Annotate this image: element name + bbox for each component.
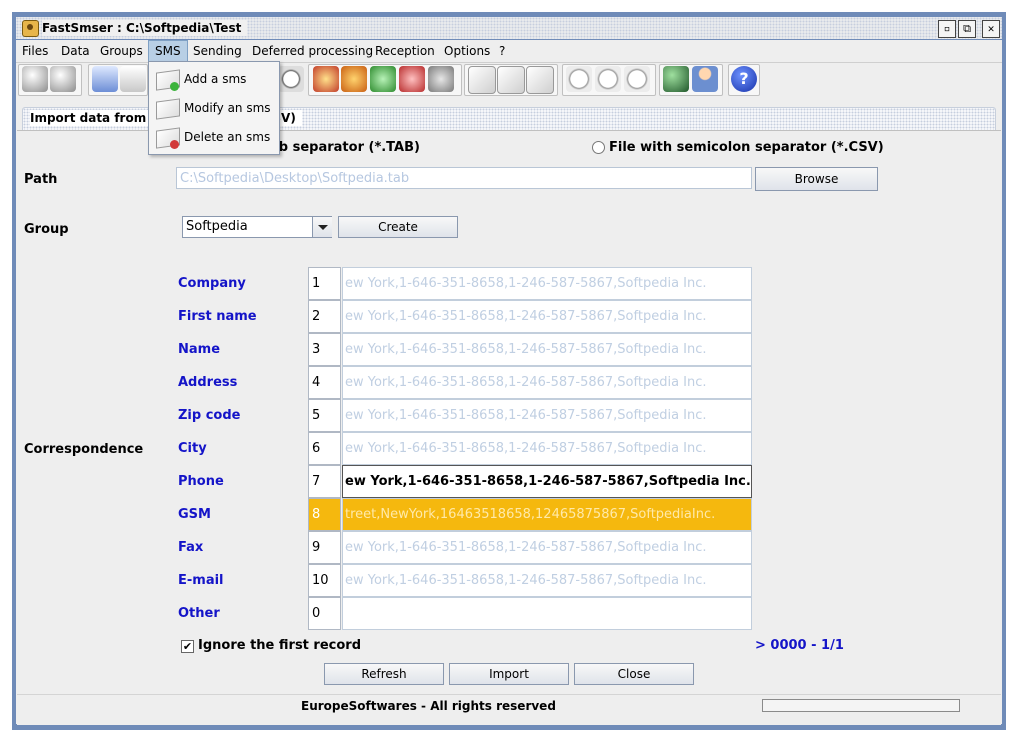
- field-label: Name: [178, 342, 221, 357]
- field-label: Address: [178, 375, 238, 390]
- plus-badge-icon: [170, 82, 179, 91]
- database-search-icon[interactable]: [50, 66, 76, 92]
- preview-data-cell[interactable]: ew York,1-646-351-8658,1-246-587-5867,So…: [342, 399, 752, 432]
- menu-item-label: Modify an sms: [184, 101, 271, 115]
- radio-csv[interactable]: [592, 141, 605, 154]
- ignore-first-label[interactable]: Ignore the first record: [198, 638, 361, 653]
- add-sms-icon[interactable]: [468, 66, 496, 94]
- group-grey-icon[interactable]: [428, 66, 454, 92]
- radio-tab-label[interactable]: ab separator (*.TAB): [270, 139, 420, 157]
- clock-edit-icon[interactable]: [624, 66, 650, 92]
- group-select[interactable]: Softpedia: [182, 216, 332, 238]
- field-label: Company: [178, 276, 246, 291]
- column-number-cell[interactable]: 2: [308, 300, 341, 333]
- column-number-cell[interactable]: 6: [308, 432, 341, 465]
- user-icon[interactable]: [692, 66, 718, 92]
- column-number-cell[interactable]: 4: [308, 366, 341, 399]
- path-label: Path: [24, 172, 58, 187]
- field-label: Other: [178, 606, 220, 621]
- menu-deferred-processing[interactable]: Deferred processing: [246, 40, 379, 62]
- refresh-button[interactable]: Refresh: [324, 663, 444, 685]
- preview-data-cell[interactable]: treet,NewYork,16463518658,12465875867,So…: [342, 498, 752, 531]
- menu-files[interactable]: Files: [16, 40, 54, 62]
- magnifier-icon[interactable]: [278, 66, 304, 92]
- column-number-cell[interactable]: 1: [308, 267, 341, 300]
- clock-remove-icon[interactable]: [595, 66, 621, 92]
- minimize-icon[interactable]: ▫: [938, 20, 956, 38]
- preview-data-cell[interactable]: ew York,1-646-351-8658,1-246-587-5867,So…: [342, 333, 752, 366]
- palette-icon[interactable]: [313, 66, 339, 92]
- preview-data-cell[interactable]: ew York,1-646-351-8658,1-246-587-5867,So…: [342, 267, 752, 300]
- close-button[interactable]: Close: [574, 663, 694, 685]
- import-button[interactable]: Import: [449, 663, 569, 685]
- field-label: City: [178, 441, 207, 456]
- correspondence-label: Correspondence: [24, 442, 144, 457]
- record-counter: > 0000 - 1/1: [755, 638, 844, 653]
- preview-data-cell[interactable]: ew York,1-646-351-8658,1-246-587-5867,So…: [342, 432, 752, 465]
- menu-reception[interactable]: Reception: [369, 40, 441, 62]
- preview-data-cell[interactable]: ew York,1-646-351-8658,1-246-587-5867,So…: [342, 300, 752, 333]
- column-number-cell[interactable]: 9: [308, 531, 341, 564]
- group-green-icon[interactable]: [370, 66, 396, 92]
- browse-button[interactable]: Browse: [755, 167, 878, 191]
- menu-sms[interactable]: SMS: [148, 40, 188, 62]
- field-label: Zip code: [178, 408, 241, 423]
- back-arrow-icon[interactable]: [92, 66, 118, 92]
- radio-csv-label[interactable]: File with semicolon separator (*.CSV): [609, 139, 884, 157]
- column-number-cell[interactable]: 7: [308, 465, 341, 498]
- help-icon[interactable]: ?: [731, 66, 757, 92]
- field-label: GSM: [178, 507, 211, 522]
- menu-groups[interactable]: Groups: [94, 40, 149, 62]
- group-red-icon[interactable]: [399, 66, 425, 92]
- field-label: Fax: [178, 540, 204, 555]
- progress-bar: [762, 699, 960, 712]
- maximize-icon[interactable]: ⧉: [958, 20, 976, 38]
- smile-icon[interactable]: [341, 66, 367, 92]
- column-number-cell[interactable]: 8: [308, 498, 341, 531]
- preview-data-cell[interactable]: ew York,1-646-351-8658,1-246-587-5867,So…: [342, 465, 752, 498]
- menu-data[interactable]: Data: [55, 40, 96, 62]
- app-icon: [22, 20, 39, 37]
- column-number-cell[interactable]: 10: [308, 564, 341, 597]
- delete-sms-icon[interactable]: [526, 66, 554, 94]
- preview-data-cell[interactable]: ew York,1-646-351-8658,1-246-587-5867,So…: [342, 564, 752, 597]
- ignore-first-checkbox[interactable]: ✔: [181, 640, 194, 653]
- minus-badge-icon: [170, 140, 179, 149]
- create-button[interactable]: Create: [338, 216, 458, 238]
- modify-sms-envelope-icon: [156, 98, 180, 120]
- copyright-text: EuropeSoftwares - All rights reserved: [301, 699, 556, 713]
- document-icon[interactable]: [120, 66, 146, 92]
- database-icon[interactable]: [22, 66, 48, 92]
- clock-add-icon[interactable]: [566, 66, 592, 92]
- window-title: FastSmser : C:\Softpedia\Test: [42, 20, 248, 36]
- group-label: Group: [24, 222, 69, 237]
- path-input[interactable]: C:\Softpedia\Desktop\Softpedia.tab: [176, 167, 752, 189]
- column-number-cell[interactable]: 0: [308, 597, 341, 630]
- field-label: E-mail: [178, 573, 224, 588]
- column-number-cell[interactable]: 3: [308, 333, 341, 366]
- field-label: Phone: [178, 474, 224, 489]
- menu-options[interactable]: Options: [438, 40, 496, 62]
- status-divider: [17, 694, 1001, 695]
- preview-data-cell[interactable]: ew York,1-646-351-8658,1-246-587-5867,So…: [342, 531, 752, 564]
- close-icon[interactable]: ✕: [982, 20, 1000, 38]
- menu-item-label: Add a sms: [184, 72, 247, 86]
- menu-item-label: Delete an sms: [184, 130, 271, 144]
- preview-data-cell[interactable]: ew York,1-646-351-8658,1-246-587-5867,So…: [342, 366, 752, 399]
- column-number-cell[interactable]: 5: [308, 399, 341, 432]
- menu-help[interactable]: ?: [493, 40, 511, 62]
- preview-data-cell[interactable]: [342, 597, 752, 630]
- globe-icon[interactable]: [663, 66, 689, 92]
- menu-sending[interactable]: Sending: [187, 40, 248, 62]
- modify-sms-icon[interactable]: [497, 66, 525, 94]
- chevron-down-icon[interactable]: [312, 217, 332, 237]
- field-label: First name: [178, 309, 257, 324]
